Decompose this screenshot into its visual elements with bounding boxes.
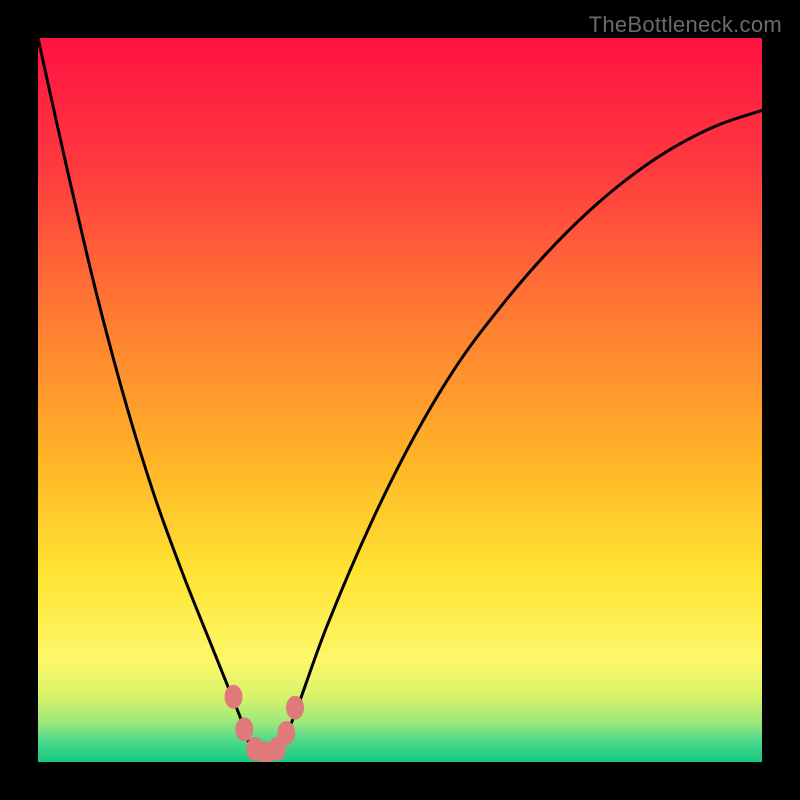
plot-area [38, 38, 762, 762]
marker-m1 [224, 685, 242, 709]
chart-frame: TheBottleneck.com [0, 0, 800, 800]
marker-m6 [277, 721, 295, 745]
marker-m7 [286, 696, 304, 720]
gradient-background [38, 38, 762, 762]
brand-watermark: TheBottleneck.com [589, 12, 782, 38]
marker-m2 [235, 717, 253, 741]
chart-svg [38, 38, 762, 762]
